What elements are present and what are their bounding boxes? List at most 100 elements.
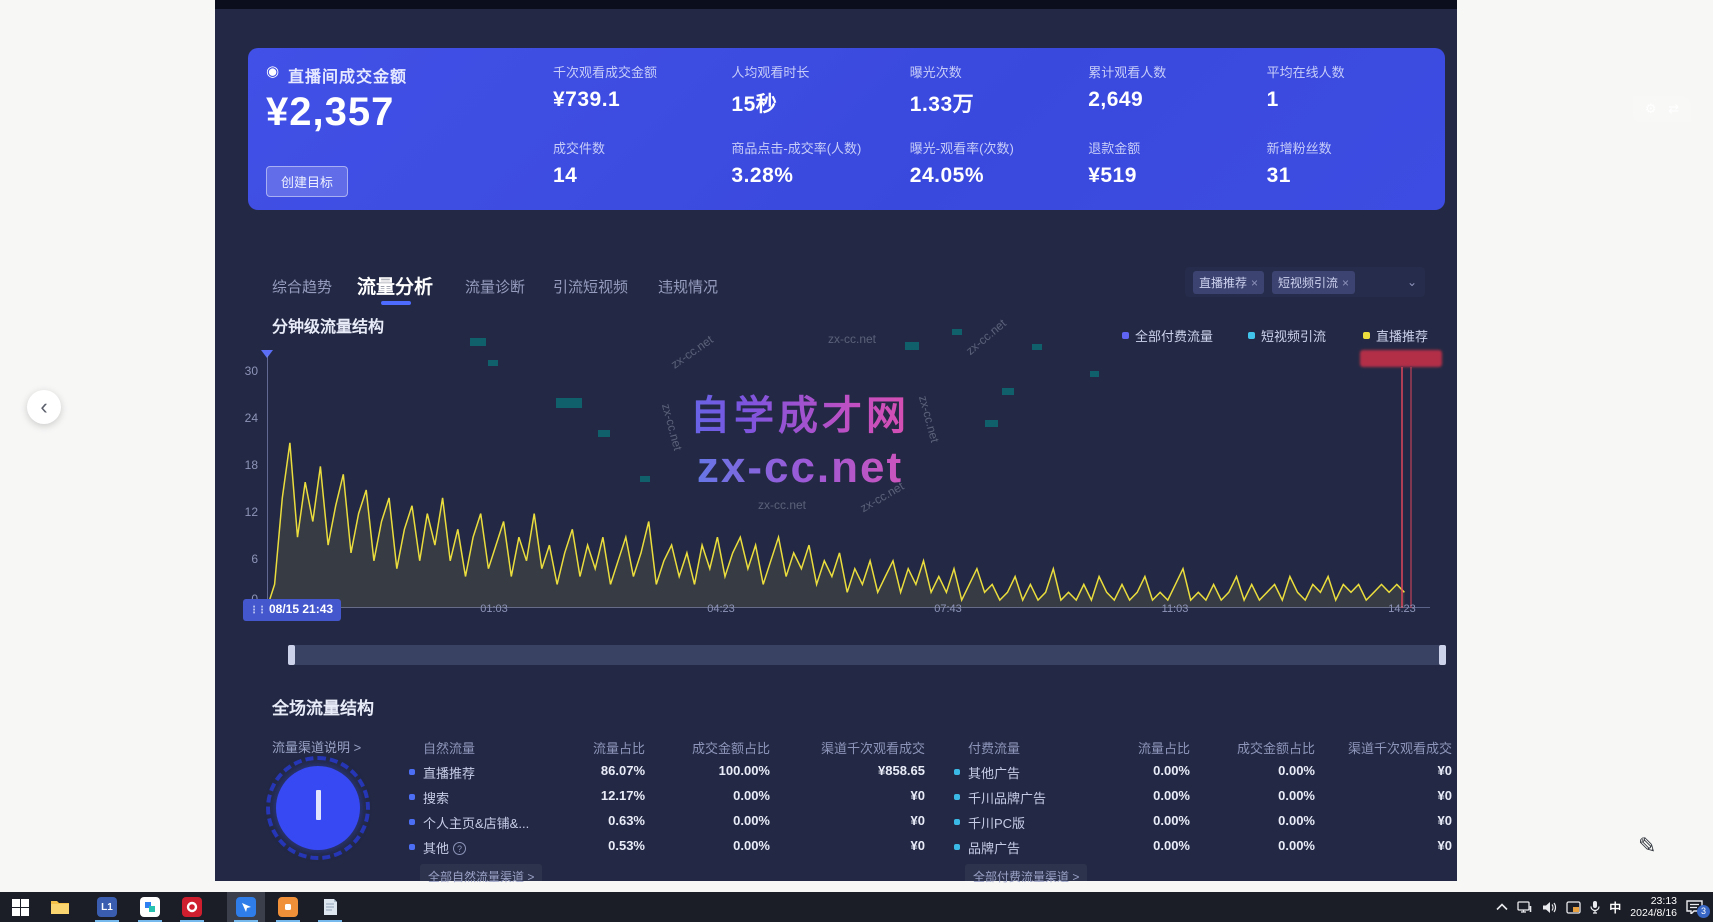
system-tray: 中 23:13 2024/8/16 3 [1496, 892, 1713, 922]
all-paid-channels-link[interactable]: 全部付费流量渠道 > [965, 864, 1087, 889]
close-icon[interactable]: × [1342, 276, 1349, 290]
row-dot [954, 794, 960, 800]
x-tick: 04:23 [686, 603, 756, 615]
table-row-name[interactable]: 个人主页&店铺&... [423, 813, 529, 832]
kpi-metric: 平均在线人数1 [1267, 62, 1445, 138]
active-tab-indicator [381, 301, 411, 305]
table-cell: ¥0 [1352, 788, 1452, 803]
legend-item-paid[interactable]: 全部付费流量 [1122, 326, 1213, 345]
table-cell: ¥858.65 [825, 763, 925, 778]
help-icon[interactable]: ? [453, 842, 466, 855]
pen-icon[interactable]: ✎ [1638, 833, 1656, 859]
kpi-metric: 商品点击-成交率(人数)3.28% [731, 138, 909, 202]
artifact-dot [1032, 344, 1042, 350]
table-row-name[interactable]: 品牌广告 [968, 838, 1020, 857]
table-cell: 0.00% [1090, 838, 1190, 853]
col-header: 渠道千次观看成交 [785, 738, 925, 757]
table-cell: 0.00% [1090, 763, 1190, 778]
natural-table-header: 自然流量 [423, 738, 475, 757]
table-row-name[interactable]: 直播推荐 [423, 763, 475, 782]
target-pin-icon: ◉ [266, 62, 279, 80]
x-tick: 14:23 [1367, 603, 1437, 615]
network-icon[interactable] [1517, 901, 1533, 914]
table-row-name[interactable]: 千川PC版 [968, 813, 1025, 832]
taskbar-app-opera[interactable] [180, 895, 204, 919]
kpi-metric: 曝光-观看率(次数)24.05% [910, 138, 1088, 202]
cursor-app-icon [236, 897, 256, 917]
table-cell: 12.17% [545, 788, 645, 803]
taskbar-app-l1[interactable]: L1 [95, 895, 119, 919]
channel-help-link[interactable]: 流量渠道说明 > [272, 737, 361, 756]
paid-table-header: 付费流量 [968, 738, 1020, 757]
windows-logo-icon [12, 899, 29, 916]
taskbar-file-explorer[interactable] [48, 895, 72, 919]
table-row-name[interactable]: 千川品牌广告 [968, 788, 1046, 807]
col-header: 渠道千次观看成交 [1312, 738, 1452, 757]
table-cell: 0.00% [1215, 838, 1315, 853]
artifact-dot [556, 398, 582, 408]
traffic-filter-select[interactable]: 直播推荐× 短视频引流× ⌄ [1185, 267, 1425, 297]
tab-violations[interactable]: 违规情况 [658, 276, 718, 297]
swap-icon[interactable]: ⇄ [1668, 101, 1679, 117]
minute-traffic-chart[interactable] [267, 355, 1430, 608]
table-row-name[interactable]: 其他广告 [968, 763, 1020, 782]
table-cell: 0.00% [670, 813, 770, 828]
filter-chip[interactable]: 短视频引流× [1272, 271, 1355, 294]
ime-indicator[interactable]: 中 [1609, 899, 1621, 916]
table-row-name[interactable]: 其他? [423, 838, 466, 857]
banner-title: 直播间成交金额 [288, 63, 407, 87]
legend-item-live-recommend[interactable]: 直播推荐 [1363, 326, 1428, 345]
table-cell: 0.00% [1090, 788, 1190, 803]
row-dot [409, 794, 415, 800]
volume-icon[interactable] [1542, 901, 1557, 914]
taskbar-app-browser-active[interactable] [234, 895, 258, 919]
time-range-start-chip[interactable]: ⋮⋮08/15 21:43 [243, 599, 341, 621]
table-cell: 0.00% [1215, 813, 1315, 828]
notification-center-button[interactable]: 3 [1686, 900, 1703, 914]
table-row-name[interactable]: 搜索 [423, 788, 449, 807]
snip-tool-icon[interactable] [1566, 901, 1581, 914]
legend-dot [1363, 332, 1370, 339]
microphone-icon[interactable] [1590, 900, 1600, 914]
tab-traffic-diagnosis[interactable]: 流量诊断 [465, 276, 525, 297]
all-natural-channels-link[interactable]: 全部自然流量渠道 > [420, 864, 542, 889]
artifact-dot [598, 430, 610, 437]
taskbar-app-notepad[interactable] [318, 895, 342, 919]
taskbar-app-orange[interactable] [276, 895, 300, 919]
chevron-up-icon[interactable] [1496, 903, 1508, 911]
kpi-metric: 千次观看成交金额¥739.1 [553, 62, 731, 138]
y-tick: 24 [232, 411, 258, 425]
minute-chart-title: 分钟级流量结构 [272, 313, 384, 337]
taskbar-clock[interactable]: 23:13 2024/8/16 [1630, 895, 1677, 919]
start-button[interactable] [8, 895, 32, 919]
range-handle-left[interactable] [288, 645, 295, 665]
stream-end-marker-line [1410, 367, 1412, 608]
back-button[interactable]: ‹ [27, 390, 61, 424]
table-cell: 0.53% [545, 838, 645, 853]
x-tick: 07:43 [913, 603, 983, 615]
donut-center-label [316, 790, 321, 820]
create-goal-button[interactable]: 创建目标 [266, 166, 348, 197]
chart-range-scrollbar[interactable] [288, 645, 1446, 665]
tab-short-video[interactable]: 引流短视频 [553, 276, 628, 297]
chevron-down-icon[interactable]: ⌄ [1407, 275, 1417, 289]
row-dot [954, 844, 960, 850]
close-icon[interactable]: × [1251, 276, 1258, 290]
tab-traffic-analysis[interactable]: 流量分析 [357, 272, 433, 299]
row-dot [954, 819, 960, 825]
legend-item-shortvideo[interactable]: 短视频引流 [1248, 326, 1326, 345]
row-dot [954, 769, 960, 775]
y-tick: 12 [232, 505, 258, 519]
window-top-bar [215, 0, 1457, 9]
legend-dot [1248, 332, 1255, 339]
tab-overall-trend[interactable]: 综合趋势 [272, 276, 332, 297]
range-handle-right[interactable] [1439, 645, 1446, 665]
filter-chip[interactable]: 直播推荐× [1193, 271, 1264, 294]
gear-icon[interactable]: ⚙ [1645, 101, 1657, 117]
drag-handle-icon[interactable]: ⋮⋮ [249, 605, 265, 616]
folder-icon [50, 899, 70, 915]
taskbar-app-meeting[interactable] [138, 895, 162, 919]
kpi-metric: 人均观看时长15秒 [731, 62, 909, 138]
artifact-dot [640, 476, 650, 482]
table-cell: ¥0 [825, 788, 925, 803]
